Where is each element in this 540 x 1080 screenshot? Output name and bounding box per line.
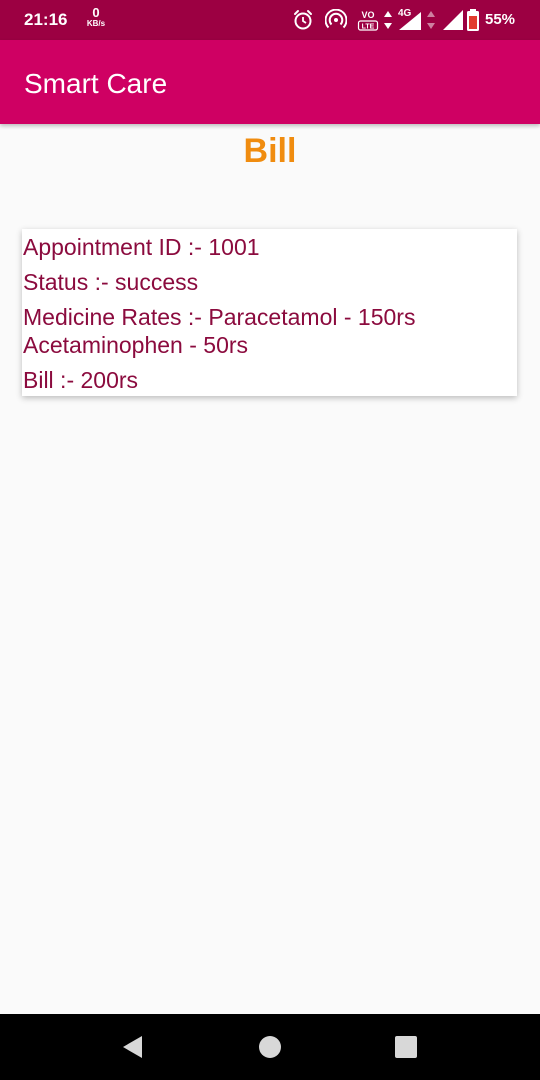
- signal-icon: [443, 10, 463, 30]
- battery-percent: 55%: [485, 11, 516, 28]
- app-title: Smart Care: [24, 68, 168, 99]
- bill-total-text: Bill :- 200rs: [23, 367, 139, 393]
- hotspot-icon: [325, 9, 347, 29]
- app-bar: Smart Care: [0, 40, 540, 124]
- svg-text:VO: VO: [361, 10, 374, 20]
- volte-icon: VO LTE: [357, 10, 379, 31]
- page-title: Bill: [243, 132, 297, 170]
- medicine-rates-line-1: Medicine Rates :- Paracetamol - 150rs: [23, 304, 416, 330]
- medicine-rates-line-2: Acetaminophen - 50rs: [23, 332, 249, 358]
- medicine-rates-text: Medicine Rates :- Paracetamol - 150rs Ac…: [23, 303, 517, 359]
- 4g-signal-icon: 4G: [398, 8, 421, 30]
- back-icon[interactable]: [120, 1034, 146, 1060]
- network-speed-unit: KB/s: [86, 19, 106, 28]
- navigation-bar: [0, 1014, 540, 1080]
- appointment-id-text: Appointment ID :- 1001: [23, 234, 260, 260]
- network-speed-value: 0: [92, 5, 100, 20]
- network-speed: 0 KB/s: [84, 6, 108, 28]
- recents-icon[interactable]: [393, 1034, 419, 1060]
- home-icon[interactable]: [257, 1034, 283, 1060]
- data-arrows-icon: [427, 11, 435, 29]
- status-time: 21:16: [24, 10, 68, 29]
- bill-card: Appointment ID :- 1001 Status :- success…: [22, 229, 517, 396]
- alarm-icon: [294, 10, 312, 30]
- status-bar: 21:16 0 KB/s VO LTE 4G 55%: [0, 0, 540, 40]
- svg-text:4G: 4G: [398, 8, 412, 19]
- battery-icon: [467, 9, 479, 31]
- svg-text:LTE: LTE: [362, 24, 375, 31]
- status-text: Status :- success: [23, 269, 199, 295]
- data-arrows-icon: [384, 11, 392, 29]
